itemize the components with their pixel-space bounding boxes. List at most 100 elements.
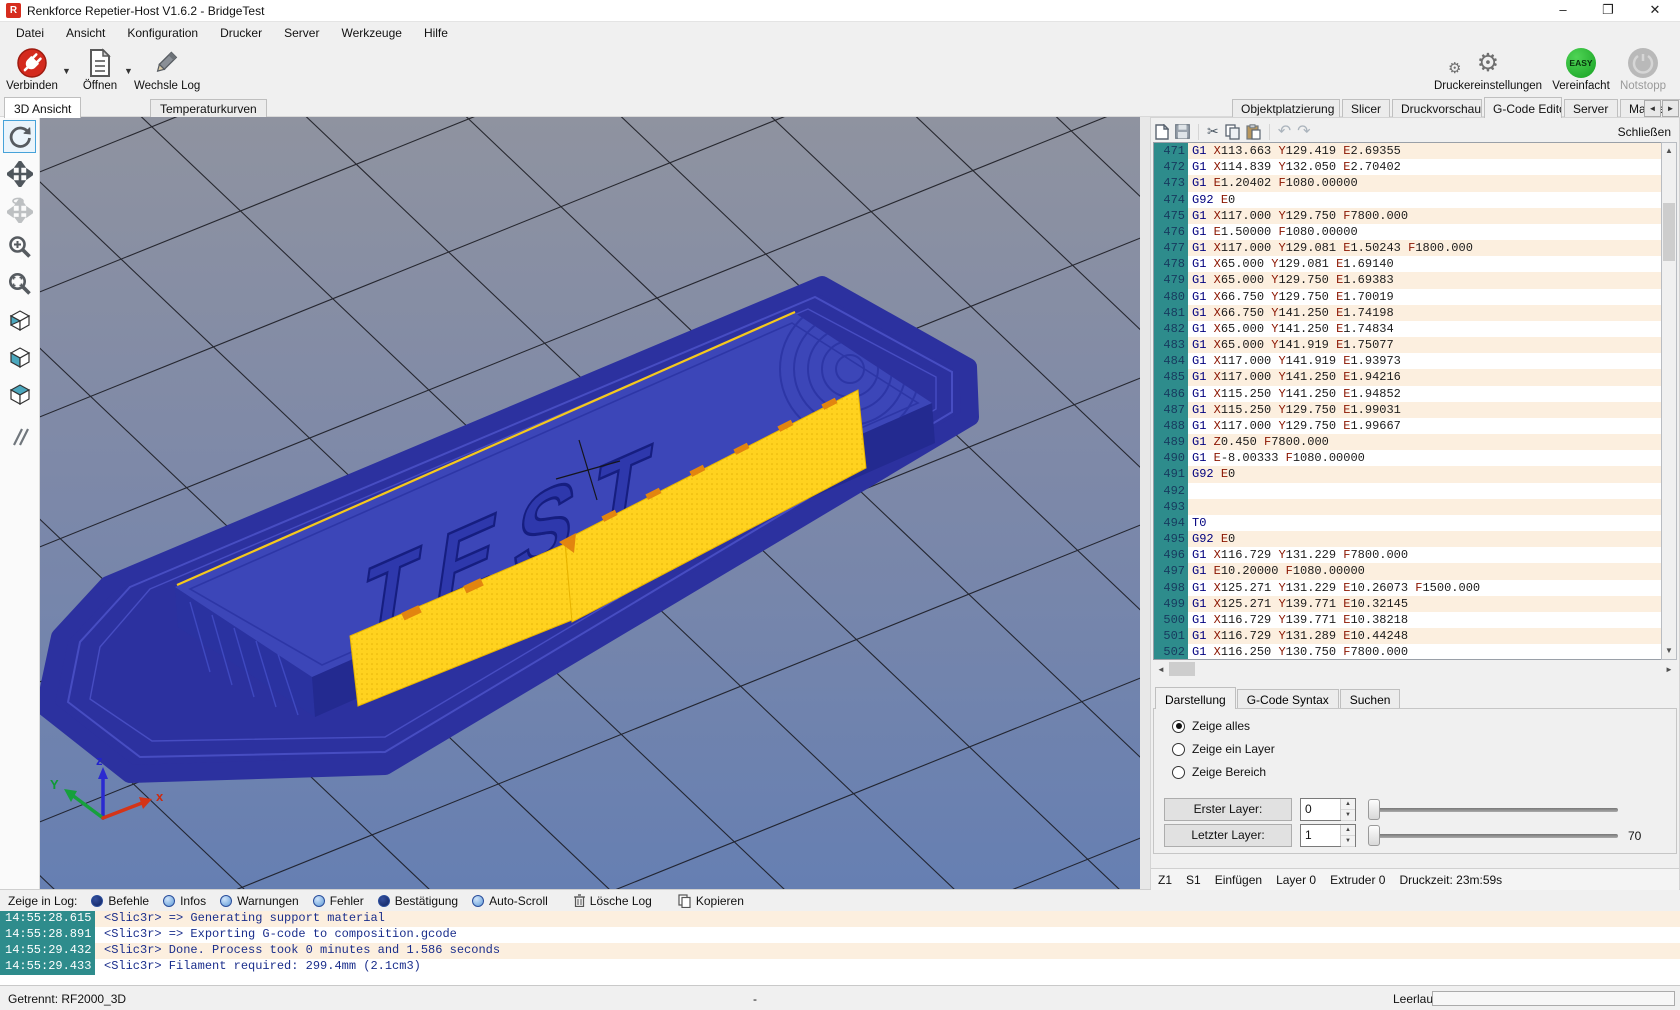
log-text: <Slic3r> Done. Process took 0 minutes an… <box>95 943 500 959</box>
gcode-line: 485G1 X117.000 Y141.250 E1.94216 <box>1154 369 1663 385</box>
progress-bar <box>1432 991 1675 1006</box>
toggle-circle-icon <box>91 895 103 907</box>
menu-item-werkzeuge[interactable]: Werkzeuge <box>330 23 412 43</box>
menu-item-server[interactable]: Server <box>273 23 330 43</box>
iso-view-icon[interactable] <box>3 303 36 336</box>
gcode-line: 496G1 X116.729 Y131.229 F7800.000 <box>1154 547 1663 563</box>
log-toggle-infos[interactable]: Infos <box>163 894 206 908</box>
gcode-line: 499G1 X125.271 Y139.771 E10.32145 <box>1154 596 1663 612</box>
3d-toolstrip <box>0 117 40 889</box>
log-entries[interactable]: 14:55:28.615<Slic3r> => Generating suppo… <box>0 911 1680 975</box>
panel-tab-objektplatzierung[interactable]: Objektplatzierung <box>1232 99 1340 118</box>
first-layer-slider[interactable] <box>1368 798 1618 821</box>
rotate-view-icon[interactable] <box>3 120 36 153</box>
horizontal-scroll-thumb[interactable] <box>1169 662 1195 676</box>
scroll-right-arrow[interactable]: ► <box>1661 665 1677 674</box>
connect-dropdown-arrow[interactable]: ▼ <box>62 66 71 76</box>
radio-zeige-alles[interactable]: Zeige alles <box>1172 719 1250 733</box>
open-dropdown-arrow[interactable]: ▼ <box>124 66 133 76</box>
gcode-text-editor[interactable]: 471G1 X113.663 Y129.419 E2.69355472G1 X1… <box>1153 142 1663 660</box>
radio-zeige-ein-layer[interactable]: Zeige ein Layer <box>1172 742 1275 756</box>
restore-button[interactable]: ❐ <box>1591 0 1625 21</box>
menu-item-drucker[interactable]: Drucker <box>209 23 273 43</box>
editor-subtabs: DarstellungG-Code SyntaxSuchen <box>1155 687 1401 708</box>
gcode-line: 494T0 <box>1154 515 1663 531</box>
tab-scroll-left-button[interactable]: ◄ <box>1644 100 1661 117</box>
zoom-fit-icon[interactable] <box>3 267 36 300</box>
menu-item-ansicht[interactable]: Ansicht <box>55 23 116 43</box>
top-view-icon[interactable] <box>3 377 36 410</box>
menu-item-hilfe[interactable]: Hilfe <box>413 23 459 43</box>
spinner-arrows[interactable]: ▲▼ <box>1340 799 1355 820</box>
last-layer-button[interactable]: Letzter Layer: <box>1164 824 1292 847</box>
last-layer-slider[interactable] <box>1368 824 1618 847</box>
log-toggle-best-tigung[interactable]: Bestätigung <box>378 894 458 908</box>
paste-icon[interactable] <box>1246 124 1261 140</box>
3d-viewport[interactable]: TEST z <box>40 117 1140 889</box>
scroll-up-arrow[interactable]: ▲ <box>1662 143 1676 159</box>
front-view-icon[interactable] <box>3 340 36 373</box>
new-file-icon[interactable] <box>1155 124 1169 140</box>
menu-item-konfiguration[interactable]: Konfiguration <box>116 23 209 43</box>
vertical-scroll-thumb[interactable] <box>1663 203 1675 261</box>
panel-tab-slicer[interactable]: Slicer <box>1342 99 1390 118</box>
spinner-arrows[interactable]: ▲▼ <box>1340 825 1355 846</box>
subtab-g-code-syntax[interactable]: G-Code Syntax <box>1237 689 1339 709</box>
log-toggle-fehler[interactable]: Fehler <box>313 894 364 908</box>
connect-button[interactable]: Verbinden <box>6 46 58 92</box>
log-timestamp: 14:55:28.615 <box>0 911 95 927</box>
minimize-button[interactable]: – <box>1546 0 1580 21</box>
radio-circle[interactable] <box>1172 720 1185 733</box>
log-timestamp: 14:55:28.891 <box>0 927 95 943</box>
view-tab-temp[interactable]: Temperaturkurven <box>150 99 267 118</box>
radio-circle[interactable] <box>1172 766 1185 779</box>
close-button[interactable]: ✕ <box>1638 0 1672 21</box>
log-toggle-warnungen[interactable]: Warnungen <box>220 894 299 908</box>
parallel-projection-icon[interactable] <box>3 420 36 453</box>
gcode-line: 489G1 Z0.450 F7800.000 <box>1154 434 1663 450</box>
log-toggle-auto-scroll[interactable]: Auto-Scroll <box>472 894 548 908</box>
status-center-text: - <box>753 992 757 1006</box>
last-layer-spinner[interactable]: 1 ▲▼ <box>1300 824 1356 847</box>
panel-tab-druckvorschau[interactable]: Druckvorschau <box>1392 99 1482 118</box>
subtab-suchen[interactable]: Suchen <box>1340 689 1401 709</box>
scroll-left-arrow[interactable]: ◄ <box>1153 665 1169 674</box>
menu-item-datei[interactable]: Datei <box>5 23 55 43</box>
toggle-circle-icon <box>378 895 390 907</box>
editor-status-line: Z1S1EinfügenLayer 0Extruder 0Druckzeit: … <box>1151 868 1679 890</box>
gcode-line: 471G1 X113.663 Y129.419 E2.69355 <box>1154 143 1663 159</box>
tab-scroll-right-button[interactable]: ► <box>1662 100 1679 117</box>
clear-log-button[interactable]: Lösche Log <box>574 894 652 908</box>
first-layer-spinner[interactable]: 0 ▲▼ <box>1300 798 1356 821</box>
subtab-darstellung[interactable]: Darstellung <box>1155 687 1236 709</box>
editor-horizontal-scrollbar[interactable]: ◄ ► <box>1153 661 1677 677</box>
move-view-icon[interactable] <box>3 157 36 190</box>
panel-tab-server[interactable]: Server <box>1564 99 1618 118</box>
log-toggle-befehle[interactable]: Befehle <box>91 894 149 908</box>
save-icon[interactable] <box>1175 124 1190 139</box>
copy-log-button[interactable]: Kopieren <box>678 894 744 908</box>
editor-vertical-scrollbar[interactable]: ▲ ▼ <box>1661 142 1677 660</box>
gcode-line: 487G1 X115.250 Y129.750 E1.99031 <box>1154 402 1663 418</box>
gcode-editor-panel: ✂ ↶ ↷ Schließen 471G1 X113.663 Y129.419 … <box>1150 117 1680 889</box>
view-tab-3d[interactable]: 3D Ansicht <box>4 97 81 118</box>
open-button[interactable]: Öffnen <box>76 46 124 92</box>
radio-zeige-bereich[interactable]: Zeige Bereich <box>1172 765 1266 779</box>
first-layer-button[interactable]: Erster Layer: <box>1164 798 1292 821</box>
editor-close-button[interactable]: Schließen <box>1618 125 1675 139</box>
slider-thumb[interactable] <box>1368 825 1380 846</box>
panel-tab-g-code-editor[interactable]: G-Code Editor <box>1484 97 1562 118</box>
slider-thumb[interactable] <box>1368 799 1380 820</box>
printer-settings-button[interactable]: ⚙⚙ Druckereinstellungen <box>1432 46 1544 92</box>
gcode-line: 495G92 E0 <box>1154 531 1663 547</box>
copy-icon[interactable] <box>1225 124 1240 140</box>
pencil-icon <box>134 46 196 80</box>
zoom-in-icon[interactable] <box>3 230 36 263</box>
toggle-log-button[interactable]: Wechsle Log <box>134 46 196 92</box>
easy-mode-button[interactable]: EASY Vereinfacht <box>1550 46 1612 92</box>
move-object-icon <box>3 193 36 226</box>
radio-circle[interactable] <box>1172 743 1185 756</box>
cut-icon[interactable]: ✂ <box>1207 123 1219 140</box>
gcode-line: 502G1 X116.250 Y130.750 F7800.000 <box>1154 644 1663 660</box>
scroll-down-arrow[interactable]: ▼ <box>1662 643 1676 659</box>
